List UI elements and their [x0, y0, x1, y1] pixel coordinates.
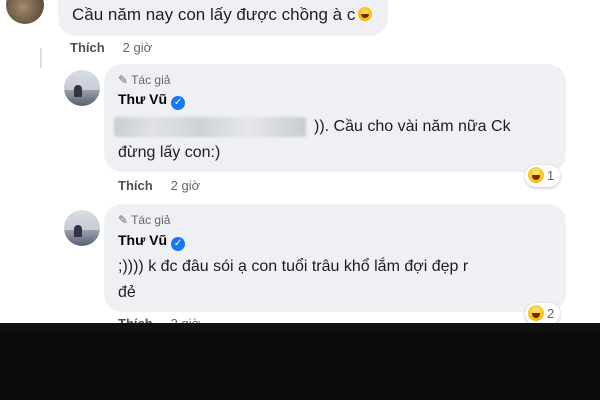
- reaction-summary[interactable]: 1: [525, 165, 561, 187]
- author-avatar[interactable]: [64, 70, 100, 106]
- like-link[interactable]: Thích: [70, 40, 105, 55]
- haha-reaction-icon: [528, 167, 544, 183]
- author-tag-label: Tác giả: [131, 73, 171, 87]
- pencil-icon: ✎: [118, 213, 129, 227]
- reply-text-line-2: đừng lấy con:): [118, 144, 221, 161]
- reaction-count: 2: [547, 306, 555, 321]
- comment-thread: Cầu năm nay con lấy được chồng à c Thích…: [0, 0, 600, 324]
- like-link[interactable]: Thích: [118, 178, 153, 193]
- reply-text-line-1: )). Cầu cho vài năm nữa Ck: [314, 118, 511, 135]
- pencil-icon: ✎: [118, 73, 129, 87]
- reply-meta: Thích 2 giờ: [118, 178, 200, 193]
- author-name[interactable]: Thư Vũ ✓: [118, 232, 186, 251]
- verified-badge-icon: ✓: [171, 237, 186, 251]
- reply-text-line-2: đẻ: [118, 284, 136, 301]
- comment-timestamp[interactable]: 2 giờ: [123, 40, 153, 55]
- commenter-avatar[interactable]: [6, 0, 44, 24]
- author-name-text: Thư Vũ: [118, 232, 168, 248]
- laughing-emoji-icon: [358, 7, 373, 21]
- verified-badge-icon: ✓: [171, 96, 186, 110]
- author-name[interactable]: Thư Vũ ✓: [118, 91, 186, 110]
- redacted-text: [114, 117, 306, 137]
- comment-text-content: Cầu năm nay con lấy được chồng à c: [72, 5, 356, 24]
- haha-reaction-icon: [528, 305, 544, 321]
- author-tag-label: Tác giả: [131, 213, 171, 227]
- reply-thread-line: [40, 48, 42, 68]
- divider: [0, 323, 600, 331]
- author-avatar[interactable]: [64, 210, 100, 246]
- comment-text: Cầu năm nay con lấy được chồng à c: [72, 5, 373, 25]
- comment-meta: Thích 2 giờ: [70, 40, 152, 55]
- reaction-summary[interactable]: 2: [525, 303, 561, 324]
- reply-text-line-1: ;)))) k đc đâu sói ạ con tuổi trâu khổ l…: [118, 258, 469, 275]
- author-name-text: Thư Vũ: [118, 91, 168, 107]
- reaction-count: 1: [547, 168, 555, 183]
- reply-timestamp[interactable]: 2 giờ: [171, 178, 201, 193]
- author-tag: ✎ Tác giả: [118, 73, 170, 87]
- dark-bottom-area: [0, 323, 600, 400]
- author-tag: ✎ Tác giả: [118, 213, 170, 227]
